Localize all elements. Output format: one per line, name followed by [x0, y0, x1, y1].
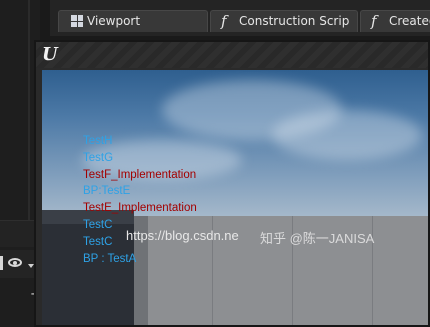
author-watermark: 知乎 @陈一JANISA: [260, 231, 375, 246]
function-icon: f: [221, 12, 227, 30]
tab-construction-script[interactable]: f Construction Scrip: [210, 10, 358, 32]
editor-tab-bar: Viewport f Construction Scrip f Created: [50, 0, 430, 36]
log-line: BP : TestA: [83, 252, 137, 265]
play-in-editor-window[interactable]: U TestH TestG TestF_Implementation BP:Te…: [34, 40, 430, 327]
tab-label: Created: [389, 14, 430, 28]
viewport-grid-icon: [71, 15, 83, 27]
log-line: BP:TestE: [83, 185, 131, 198]
log-line: TestH: [83, 135, 113, 147]
tab-label: Construction Scrip: [239, 14, 350, 28]
function-icon: f: [371, 12, 377, 30]
game-viewport[interactable]: TestH TestG TestF_Implementation BP:Test…: [42, 70, 428, 325]
tab-viewport[interactable]: Viewport: [58, 10, 208, 32]
tab-created[interactable]: f Created: [360, 10, 430, 32]
panel-splitter[interactable]: [28, 0, 30, 220]
window-titlebar[interactable]: U: [36, 42, 428, 68]
sky-cloud: [272, 110, 422, 160]
source-url-watermark: https://blog.csdn.ne: [126, 228, 239, 243]
eye-icon[interactable]: [8, 258, 22, 267]
log-line: TestE_Implementation: [83, 202, 197, 215]
unreal-logo-icon: U: [42, 44, 58, 65]
log-line: TestF_Implementation: [83, 168, 197, 181]
print-string-log: TestH TestG TestF_Implementation BP:Test…: [83, 133, 197, 267]
tab-label: Viewport: [87, 14, 141, 28]
scrollbar-handle[interactable]: [0, 256, 3, 270]
log-line: TestG: [83, 151, 114, 164]
